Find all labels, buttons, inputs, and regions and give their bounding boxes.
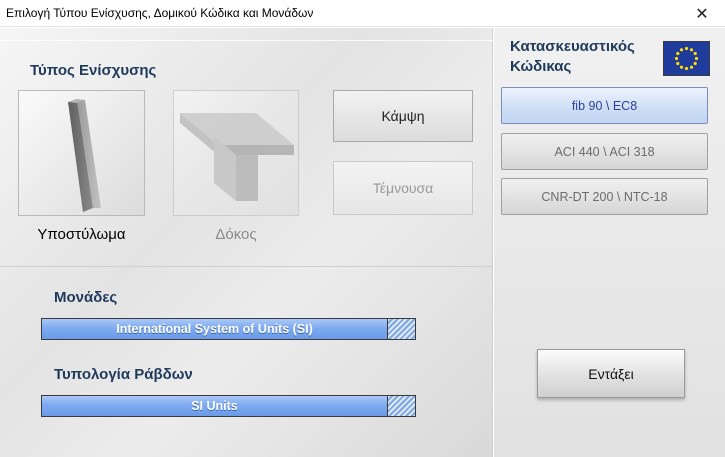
column-label: Υποστύλωμα <box>37 226 126 243</box>
bar-typology-title: Τυπολογία Ράβδων <box>54 366 193 383</box>
units-dropdown[interactable]: International System of Units (SI) <box>41 318 416 340</box>
design-code-title: Κατασκευαστικός Κώδικας <box>510 37 635 77</box>
column-tile[interactable] <box>18 90 145 216</box>
units-title: Μονάδες <box>54 289 118 306</box>
reinforcement-panel: Τύπος Ενίσχυσης Υποστύλωμα Δόκος Κάμψη Τ… <box>0 28 493 457</box>
close-icon[interactable]: ✕ <box>679 0 725 27</box>
divider <box>0 266 493 267</box>
code-option-cnr-ntc[interactable]: CNR-DT 200 \ NTC-18 <box>501 178 708 215</box>
bar-typology-selected-value: SI Units <box>191 399 238 413</box>
bar-typology-dropdown[interactable]: SI Units <box>41 395 416 417</box>
design-code-title-line2: Κώδικας <box>510 58 572 75</box>
beam-tile[interactable] <box>173 90 299 216</box>
shear-button[interactable]: Τέμνουσα <box>333 161 473 215</box>
units-selected-value: International System of Units (SI) <box>116 322 313 336</box>
ok-button[interactable]: Εντάξει <box>537 349 685 398</box>
beam-icon <box>180 113 294 201</box>
column-icon <box>68 99 101 212</box>
flexure-button[interactable]: Κάμψη <box>333 90 473 142</box>
code-option-aci[interactable]: ACI 440 \ ACI 318 <box>501 133 708 170</box>
beam-label: Δόκος <box>215 226 257 243</box>
title-bar: Επιλογή Τύπου Ενίσχυσης, Δομικού Κώδικα … <box>0 0 725 27</box>
window-title: Επιλογή Τύπου Ενίσχυσης, Δομικού Κώδικα … <box>6 6 314 20</box>
divider <box>0 40 493 41</box>
design-code-panel: Κατασκευαστικός Κώδικας fib 90 \ EC8 ACI… <box>494 28 725 457</box>
reinforcement-type-title: Τύπος Ενίσχυσης <box>30 62 157 79</box>
eu-flag-icon <box>663 41 710 76</box>
dropdown-arrow-icon[interactable] <box>387 319 415 339</box>
design-code-title-line1: Κατασκευαστικός <box>510 38 635 55</box>
dropdown-arrow-icon[interactable] <box>387 396 415 416</box>
code-option-fib-ec8[interactable]: fib 90 \ EC8 <box>501 87 708 124</box>
